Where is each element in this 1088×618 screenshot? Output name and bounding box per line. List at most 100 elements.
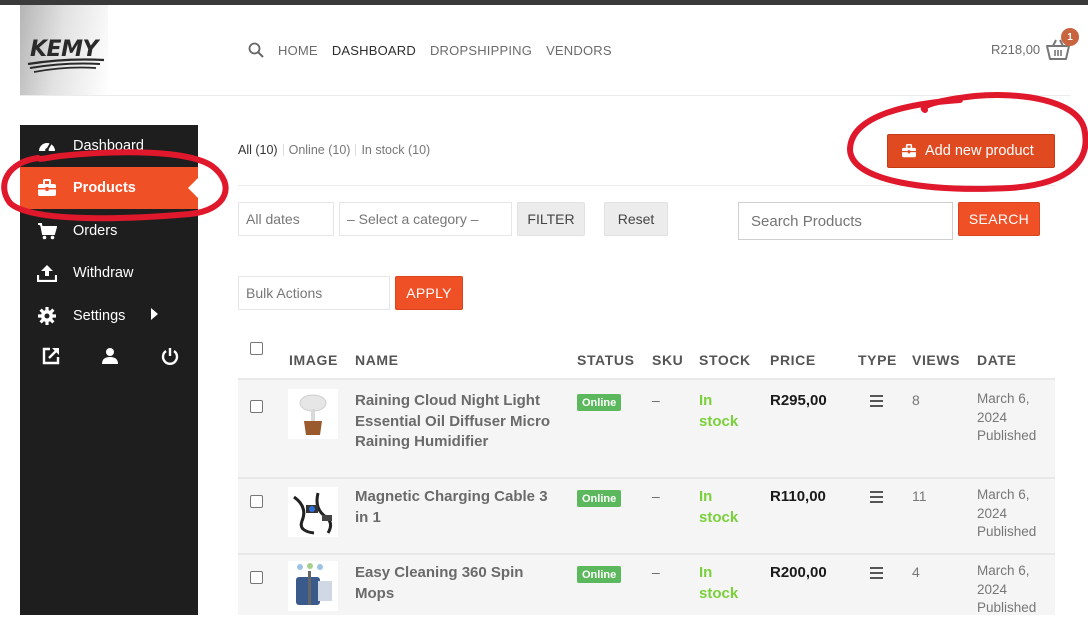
stock-line: stock [699, 508, 739, 526]
bulk-actions-select[interactable]: Bulk Actions [238, 276, 390, 310]
stock-line: In [699, 392, 713, 409]
table-row: Magnetic Charging Cable 3 in 1 Online – … [238, 477, 1055, 553]
product-name-line: Raining Cloud Night Light [355, 392, 540, 409]
search-icon[interactable] [248, 42, 264, 58]
date-line: March 6, [977, 391, 1030, 406]
tab-separator [282, 144, 284, 156]
nav-dropshipping[interactable]: DROPSHIPPING [430, 43, 532, 58]
header-divider [20, 95, 1070, 96]
main-nav: HOME DASHBOARD DROPSHIPPING VENDORS [248, 38, 626, 62]
simple-product-type-icon [870, 491, 883, 503]
category-select[interactable]: – Select a category – [339, 202, 512, 236]
gear-icon [37, 306, 57, 326]
date-line: March 6, [977, 487, 1030, 502]
simple-product-type-icon [870, 567, 883, 579]
add-new-product-button[interactable]: Add new product [887, 134, 1055, 168]
sidebar-item-orders[interactable]: Orders [20, 210, 198, 252]
bulk-actions-value: Bulk Actions [246, 285, 323, 301]
search-products-input[interactable] [738, 202, 953, 240]
user-icon[interactable] [101, 347, 119, 365]
date-cell: March 6, 2024 Published [977, 486, 1036, 542]
table-row: Easy Cleaning 360 Spin Mops Online – In … [238, 553, 1055, 615]
stock-line: stock [699, 412, 739, 430]
stock-line: In [699, 564, 713, 581]
column-header-name: NAME [355, 352, 399, 368]
product-name-link[interactable]: Easy Cleaning 360 Spin Mops [355, 563, 523, 604]
row-checkbox[interactable] [250, 400, 263, 413]
category-select-value: – Select a category – [347, 211, 479, 227]
date-cell: March 6, 2024 Published [977, 390, 1036, 446]
tab-in-stock[interactable]: In stock (10) [361, 143, 430, 157]
dates-select[interactable]: All dates [238, 202, 334, 236]
product-thumbnail[interactable] [288, 389, 338, 439]
sidebar-item-label: Settings [73, 308, 126, 324]
sidebar-footer [20, 343, 198, 373]
sidebar-item-products[interactable]: Products [20, 167, 198, 209]
stock-line: stock [699, 584, 739, 602]
nav-vendors[interactable]: VENDORS [546, 43, 612, 58]
search-button[interactable]: SEARCH [958, 202, 1040, 236]
status-badge: Online [577, 566, 622, 583]
sidebar-item-withdraw[interactable]: Withdraw [20, 252, 198, 294]
row-checkbox[interactable] [250, 495, 263, 508]
select-all-checkbox[interactable] [250, 342, 263, 355]
product-name-link[interactable]: Raining Cloud Night Light Essential Oil … [355, 391, 550, 453]
dashboard-sidebar: Dashboard Products Orders Withdraw Setti… [20, 125, 198, 615]
views-count: 8 [912, 392, 920, 408]
price-value: R295,00 [770, 392, 827, 409]
sku-value: – [652, 488, 660, 504]
nav-home[interactable]: HOME [278, 43, 318, 58]
sku-value: – [652, 392, 660, 408]
external-link-icon[interactable] [42, 347, 60, 365]
date-line: March 6, [977, 563, 1030, 578]
briefcase-icon [37, 178, 57, 198]
sidebar-item-dashboard[interactable]: Dashboard [20, 125, 198, 167]
product-thumbnail[interactable] [288, 487, 338, 537]
row-checkbox[interactable] [250, 571, 263, 584]
stock-status: In stock [699, 391, 754, 432]
date-line: Published [977, 428, 1037, 443]
price-value: R200,00 [770, 564, 827, 581]
date-line: Published [977, 524, 1037, 539]
stock-status: In stock [699, 563, 754, 604]
dashboard-icon [37, 136, 57, 156]
column-header-status: STATUS [577, 352, 635, 368]
column-header-image: IMAGE [289, 352, 338, 368]
status-badge: Online [577, 490, 622, 507]
date-cell: March 6, 2024 Published [977, 562, 1036, 618]
date-line: 2024 [977, 505, 1008, 521]
section-divider [238, 185, 1055, 186]
sku-value: – [652, 564, 660, 580]
stock-status: In stock [699, 487, 754, 528]
sidebar-item-label: Dashboard [73, 138, 144, 154]
tab-all[interactable]: All (10) [238, 143, 278, 157]
product-name-line: Raining Humidifier [355, 433, 489, 450]
upload-icon [37, 263, 57, 283]
sidebar-item-settings[interactable]: Settings [20, 295, 198, 337]
product-thumbnail[interactable] [288, 561, 338, 611]
tab-online[interactable]: Online (10) [289, 143, 351, 157]
column-header-sku: SKU [652, 352, 684, 368]
product-name-line: Magnetic Charging Cable 3 [355, 488, 548, 505]
cart-icon [37, 221, 57, 241]
sidebar-item-label: Withdraw [73, 265, 134, 281]
logo-swoosh [27, 58, 105, 73]
cart-count-badge: 1 [1061, 28, 1079, 46]
status-badge: Online [577, 394, 622, 411]
product-name-line: in 1 [355, 508, 381, 526]
column-header-stock: STOCK [699, 352, 751, 368]
caret-right-icon [151, 308, 158, 320]
power-icon[interactable] [161, 347, 179, 365]
product-name-line: Easy Cleaning 360 Spin [355, 564, 524, 581]
views-count: 4 [912, 564, 920, 580]
nav-dashboard[interactable]: DASHBOARD [332, 43, 416, 58]
views-count: 11 [912, 488, 927, 504]
filter-button[interactable]: FILTER [517, 202, 585, 236]
date-line: 2024 [977, 409, 1008, 425]
reset-button[interactable]: Reset [604, 202, 668, 236]
product-name-line: Mops [355, 584, 395, 602]
cart-total[interactable]: R218,00 [991, 42, 1040, 57]
sidebar-item-label: Products [73, 180, 136, 196]
apply-button[interactable]: APPLY [395, 276, 463, 310]
product-name-link[interactable]: Magnetic Charging Cable 3 in 1 [355, 487, 548, 528]
